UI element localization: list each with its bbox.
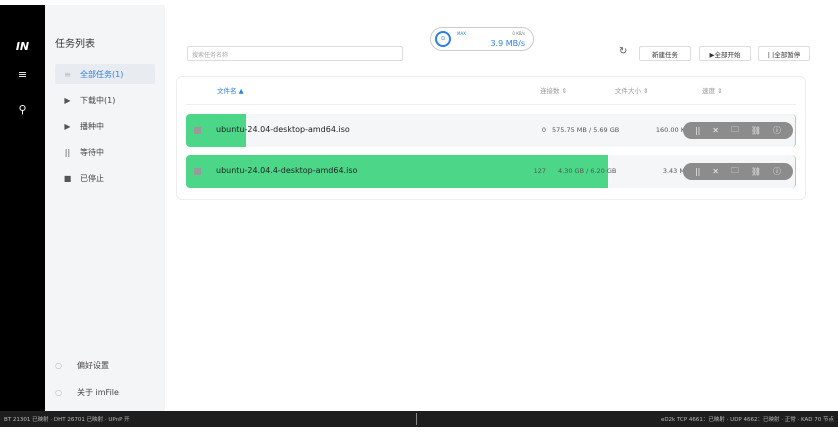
- about-link[interactable]: ○ 关于 imFile: [55, 387, 119, 398]
- play-icon: ▶: [64, 95, 71, 105]
- row-checkbox[interactable]: [194, 127, 201, 134]
- about-label: 关于 imFile: [77, 388, 119, 397]
- play-icon: ▶: [64, 121, 71, 131]
- sidebar-item-downloading[interactable]: ▶ 下载中(1): [55, 90, 155, 110]
- link-icon[interactable]: ⛓: [751, 167, 761, 176]
- app-rail: IN ≡ ⚲: [0, 5, 45, 411]
- pause-icon[interactable]: ||: [695, 167, 700, 176]
- header-connections[interactable]: 连接数 ⇕: [540, 85, 567, 95]
- table-row[interactable]: ubuntu-24.04-desktop-amd64.iso 0 575.75 …: [186, 114, 796, 147]
- speed-max-label: MAX: [457, 31, 466, 36]
- row-actions: || ✕ 🗀 ⛓ ⓘ: [683, 163, 793, 180]
- sidebar-item-all[interactable]: ≡ 全部任务(1): [55, 64, 155, 84]
- sidebar-item-label: 全部任务(1): [80, 69, 124, 79]
- refresh-icon[interactable]: ↻: [619, 46, 627, 57]
- sidebar-item-label: 下载中(1): [80, 95, 116, 105]
- sidebar-item-seeding[interactable]: ▶ 播种中: [55, 116, 155, 136]
- speed-meter[interactable]: ⊙ MAX 0 KB/s 3.9 MB/s: [430, 27, 534, 51]
- sidebar-title: 任务列表: [55, 39, 95, 50]
- pause-icon: ||: [64, 147, 71, 157]
- status-left: BT 21301 已映射 · DHT 26701 已映射 · UPnP 开: [4, 417, 130, 423]
- menu-icon[interactable]: ≡: [0, 68, 45, 81]
- settings-icon: ○: [55, 361, 62, 370]
- link-icon[interactable]: ⛓: [751, 126, 761, 135]
- info-icon: ○: [55, 388, 62, 397]
- sidebar: 任务列表 ≡ 全部任务(1) ▶ 下载中(1) ▶ 播种中 || 等待中 ■ 已停止: [45, 5, 165, 411]
- stop-icon: ■: [63, 173, 72, 183]
- file-size: 575.75 MB / 5.69 GB: [552, 126, 620, 134]
- header-divider: [186, 104, 796, 105]
- app-logo: IN: [15, 40, 30, 53]
- sidebar-item-waiting[interactable]: || 等待中: [55, 142, 155, 162]
- list-icon: ≡: [64, 69, 71, 79]
- info-icon[interactable]: ⓘ: [773, 166, 781, 177]
- connections: 127: [533, 167, 546, 175]
- new-task-button[interactable]: 新建任务: [639, 46, 691, 61]
- header-name[interactable]: 文件名 ▲: [217, 85, 244, 95]
- pause-all-button[interactable]: | |全部暂停: [758, 46, 810, 61]
- sidebar-item-label: 播种中: [80, 121, 104, 131]
- info-icon[interactable]: ⓘ: [773, 125, 781, 136]
- file-name: ubuntu-24.04-desktop-amd64.iso: [216, 125, 350, 134]
- status-divider: [416, 413, 417, 425]
- delete-icon[interactable]: ✕: [712, 167, 719, 176]
- table-row[interactable]: ubuntu-24.04.4-desktop-amd64.iso 127 4.3…: [186, 155, 796, 188]
- sidebar-item-label: 等待中: [80, 147, 104, 157]
- status-right: eD2k TCP 4661：已映射 · UDP 4662：已映射 · 正常 · …: [660, 417, 834, 423]
- row-checkbox[interactable]: [194, 168, 201, 175]
- row-actions: || ✕ 🗀 ⛓ ⓘ: [683, 122, 793, 139]
- pause-icon[interactable]: ||: [695, 126, 700, 135]
- header-speed[interactable]: 速度 ⇕: [702, 85, 723, 95]
- header-size[interactable]: 文件大小 ⇕: [615, 85, 649, 95]
- folder-icon[interactable]: 🗀: [731, 165, 739, 179]
- start-all-button[interactable]: ▶全部开始: [699, 46, 751, 61]
- speedometer-icon: ⊙: [435, 31, 451, 47]
- preferences-link[interactable]: ○ 偏好设置: [55, 360, 109, 371]
- folder-icon[interactable]: 🗀: [731, 124, 739, 138]
- download-speed: 3.9 MB/s: [490, 39, 525, 48]
- file-name: ubuntu-24.04.4-desktop-amd64.iso: [216, 166, 358, 175]
- connections: 0: [541, 126, 546, 134]
- delete-icon[interactable]: ✕: [712, 126, 719, 135]
- search-icon[interactable]: ⚲: [0, 103, 45, 116]
- search-input[interactable]: 搜索任务名称: [187, 46, 403, 61]
- sidebar-item-label: 已停止: [80, 173, 104, 183]
- sidebar-item-stopped[interactable]: ■ 已停止: [55, 168, 155, 188]
- status-bar: BT 21301 已映射 · DHT 26701 已映射 · UPnP 开 eD…: [0, 411, 838, 427]
- file-size: 4.30 GB / 6.20 GB: [558, 167, 617, 175]
- upload-speed: 0 KB/s: [512, 31, 525, 36]
- preferences-label: 偏好设置: [77, 361, 109, 370]
